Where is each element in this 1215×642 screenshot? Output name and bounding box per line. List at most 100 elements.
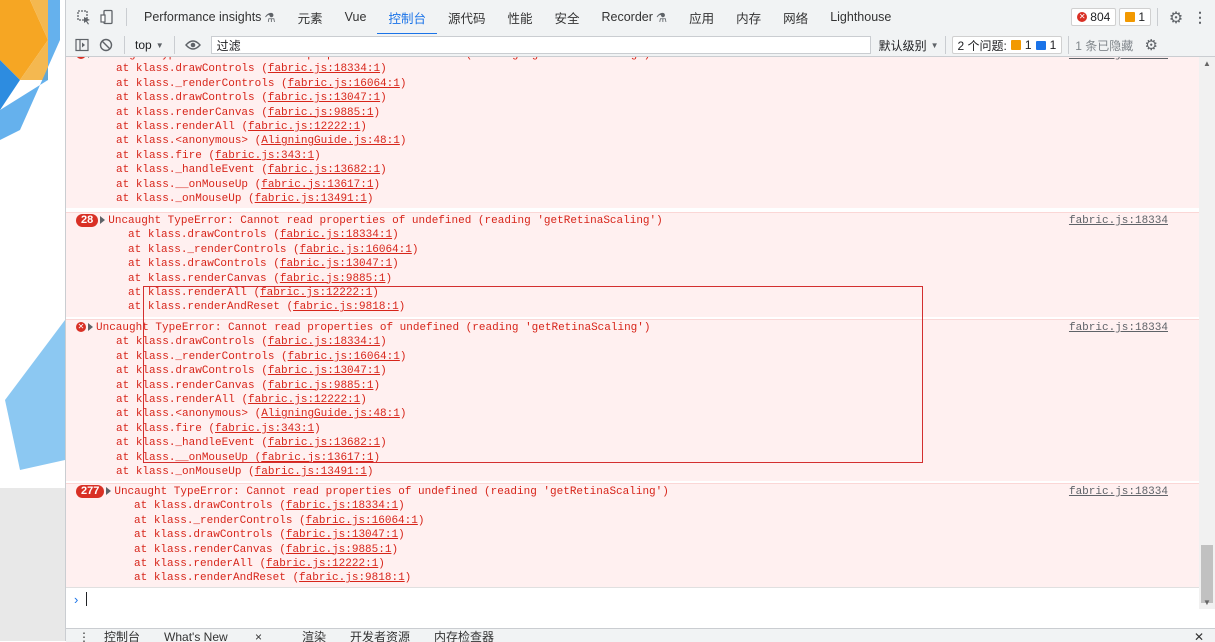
stack-frame-link[interactable]: fabric.js:18334:1 xyxy=(268,63,380,75)
stack-frame-link[interactable]: fabric.js:12222:1 xyxy=(248,394,360,406)
close-drawer-icon[interactable]: ✕ xyxy=(1194,629,1204,642)
drawer-tab-memory-inspector[interactable]: 内存检查器 xyxy=(434,629,494,642)
source-link[interactable]: fabric.js:18334 xyxy=(1069,57,1168,62)
console-messages: ✕ Uncaught TypeError: Cannot read propert… xyxy=(66,57,1199,587)
stack-frame-link[interactable]: AligningGuide.js:48:1 xyxy=(261,135,400,147)
stack-frame-link[interactable]: fabric.js:16064:1 xyxy=(300,244,412,256)
stack-frame-link[interactable]: fabric.js:13047:1 xyxy=(286,529,398,541)
tab-label: 性能 xyxy=(507,11,533,26)
stack-frame-prefix: at xyxy=(116,178,136,191)
stack-frame-link[interactable]: fabric.js:13491:1 xyxy=(255,466,367,478)
source-link[interactable]: fabric.js:18334 xyxy=(1069,485,1168,499)
stack-frame-link[interactable]: fabric.js:16064:1 xyxy=(288,78,400,90)
stack-frame-link[interactable]: fabric.js:12222:1 xyxy=(248,121,360,133)
expand-triangle-icon[interactable] xyxy=(100,216,106,225)
stack-frame-function: klass.<anonymous> xyxy=(135,408,249,421)
stack-frame-link[interactable]: fabric.js:18334:1 xyxy=(268,336,380,348)
stack-frame-link[interactable]: fabric.js:13617:1 xyxy=(261,452,373,464)
error-count-badge[interactable]: ✕ 804 xyxy=(1071,8,1117,26)
close-icon[interactable]: × xyxy=(255,630,262,642)
stack-frame-link[interactable]: AligningGuide.js:48:1 xyxy=(261,408,400,420)
drawer-tab-developer-resources[interactable]: 开发者资源 xyxy=(350,629,410,642)
tab-console[interactable]: 控制台 xyxy=(377,0,437,35)
error-message[interactable]: 277 Uncaught TypeError: Cannot read prope… xyxy=(66,483,1199,587)
context-selector[interactable]: top ▼ xyxy=(131,38,168,52)
more-options-icon[interactable]: ⋮ xyxy=(1188,5,1212,29)
live-expression-eye-icon[interactable] xyxy=(181,33,205,57)
stack-frame-link[interactable]: fabric.js:9885:1 xyxy=(268,107,374,119)
filter-input[interactable] xyxy=(210,36,871,54)
sidebar-toggle-icon[interactable] xyxy=(70,33,94,57)
error-icon: ✕ xyxy=(1077,12,1088,22)
drawer-tab-rendering[interactable]: 渲染 xyxy=(302,629,326,642)
warning-count-badge[interactable]: 1 xyxy=(1119,8,1151,26)
expand-triangle-icon[interactable] xyxy=(88,57,93,59)
expand-triangle-icon[interactable] xyxy=(88,323,93,332)
tab-memory[interactable]: 内存 xyxy=(725,0,772,34)
stack-frame-link[interactable]: fabric.js:9818:1 xyxy=(293,301,399,313)
source-link[interactable]: fabric.js:18334 xyxy=(1069,321,1168,335)
drawer-tab-console[interactable]: 控制台 xyxy=(104,629,140,642)
stack-frame-link[interactable]: fabric.js:18334:1 xyxy=(286,500,398,512)
stack-frame-link[interactable]: fabric.js:16064:1 xyxy=(306,515,418,527)
dropdown-arrow-icon: ▼ xyxy=(930,40,939,50)
device-toolbar-icon[interactable] xyxy=(96,5,120,29)
tab-application[interactable]: 应用 xyxy=(678,0,725,34)
console-prompt[interactable]: › xyxy=(66,587,1199,610)
tab-label: Lighthouse xyxy=(830,10,892,24)
stack-frame-link[interactable]: fabric.js:13682:1 xyxy=(268,164,380,176)
inspect-element-icon[interactable] xyxy=(72,5,96,29)
error-message[interactable]: ✕ Uncaught TypeError: Cannot read propert… xyxy=(66,319,1199,482)
tab-vue[interactable]: Vue xyxy=(334,0,378,34)
clear-console-icon[interactable] xyxy=(94,33,118,57)
stack-frame-link[interactable]: fabric.js:12222:1 xyxy=(260,287,372,299)
drawer-tab-whats-new[interactable]: What's New × xyxy=(164,629,286,642)
tab-elements[interactable]: 元素 xyxy=(287,0,334,34)
tab-performance-insights[interactable]: Performance insights ⚗ xyxy=(133,0,287,34)
stack-frame-prefix: at xyxy=(128,272,148,285)
tab-network[interactable]: 网络 xyxy=(772,0,819,34)
stack-frame: at klass.drawControls (fabric.js:18334:1… xyxy=(128,229,399,242)
stack-frame-link[interactable]: fabric.js:13682:1 xyxy=(268,437,380,449)
error-message[interactable]: ✕ Uncaught TypeError: Cannot read propert… xyxy=(66,57,1199,209)
console-settings-gear-icon[interactable]: ⚙ xyxy=(1139,33,1163,57)
tab-label: 内存 xyxy=(736,11,762,26)
issues-button[interactable]: 2 个问题: 1 1 xyxy=(951,36,1063,54)
scroll-up-arrow-icon[interactable]: ▲ xyxy=(1203,59,1211,68)
stack-frame-prefix: at xyxy=(128,301,148,314)
stack-frame: at klass._handleEvent (fabric.js:13682:1… xyxy=(116,164,387,177)
console-scrollbar[interactable]: ▲ ▼ xyxy=(1199,57,1215,609)
stack-frame-link[interactable]: fabric.js:13047:1 xyxy=(268,365,380,377)
tab-sources[interactable]: 源代码 xyxy=(437,0,497,34)
stack-frame-link[interactable]: fabric.js:13491:1 xyxy=(255,193,367,205)
stack-frame-link[interactable]: fabric.js:12222:1 xyxy=(266,558,378,570)
stack-frame-link[interactable]: fabric.js:9885:1 xyxy=(268,380,374,392)
stack-frame-link[interactable]: fabric.js:16064:1 xyxy=(288,351,400,363)
tab-performance[interactable]: 性能 xyxy=(496,0,543,34)
devtools-panel: Performance insights ⚗ 元素 Vue 控制台 源代码 性能 … xyxy=(65,0,1215,642)
expand-triangle-icon[interactable] xyxy=(106,487,112,496)
error-count: 804 xyxy=(1090,10,1111,24)
stack-frame-function: klass.drawControls xyxy=(153,500,273,513)
log-level-dropdown[interactable]: 默认级别 ▼ xyxy=(879,37,939,54)
tab-security[interactable]: 安全 xyxy=(543,0,590,34)
error-message[interactable]: 28 Uncaught TypeError: Cannot read proper… xyxy=(66,212,1199,317)
stack-frame-link[interactable]: fabric.js:13047:1 xyxy=(268,92,380,104)
settings-gear-icon[interactable]: ⚙ xyxy=(1164,5,1188,29)
stack-frame-link[interactable]: fabric.js:343:1 xyxy=(215,423,314,435)
stack-frame-link[interactable]: fabric.js:13617:1 xyxy=(261,179,373,191)
tab-lighthouse[interactable]: Lighthouse xyxy=(819,0,902,34)
scroll-down-arrow-icon[interactable]: ▼ xyxy=(1203,598,1211,607)
stack-frame-link[interactable]: fabric.js:9885:1 xyxy=(280,273,386,285)
stack-frame-link[interactable]: fabric.js:13047:1 xyxy=(280,258,392,270)
source-link[interactable]: fabric.js:18334 xyxy=(1069,214,1168,228)
drawer-menu-icon[interactable]: ⋮ xyxy=(78,629,90,642)
stack-frame-link[interactable]: fabric.js:9818:1 xyxy=(299,572,405,584)
stack-frame-link[interactable]: fabric.js:343:1 xyxy=(215,150,314,162)
stack-frame-link[interactable]: fabric.js:18334:1 xyxy=(280,229,392,241)
scrollbar-thumb[interactable] xyxy=(1201,545,1213,603)
stack-frame-function: klass._renderControls xyxy=(147,243,287,256)
stack-frame-link[interactable]: fabric.js:9885:1 xyxy=(286,544,392,556)
console-toolbar: top ▼ 默认级别 ▼ 2 个问题: 1 1 1 条已隐藏 ⚙ xyxy=(66,34,1215,57)
tab-recorder[interactable]: Recorder ⚗ xyxy=(591,0,679,34)
